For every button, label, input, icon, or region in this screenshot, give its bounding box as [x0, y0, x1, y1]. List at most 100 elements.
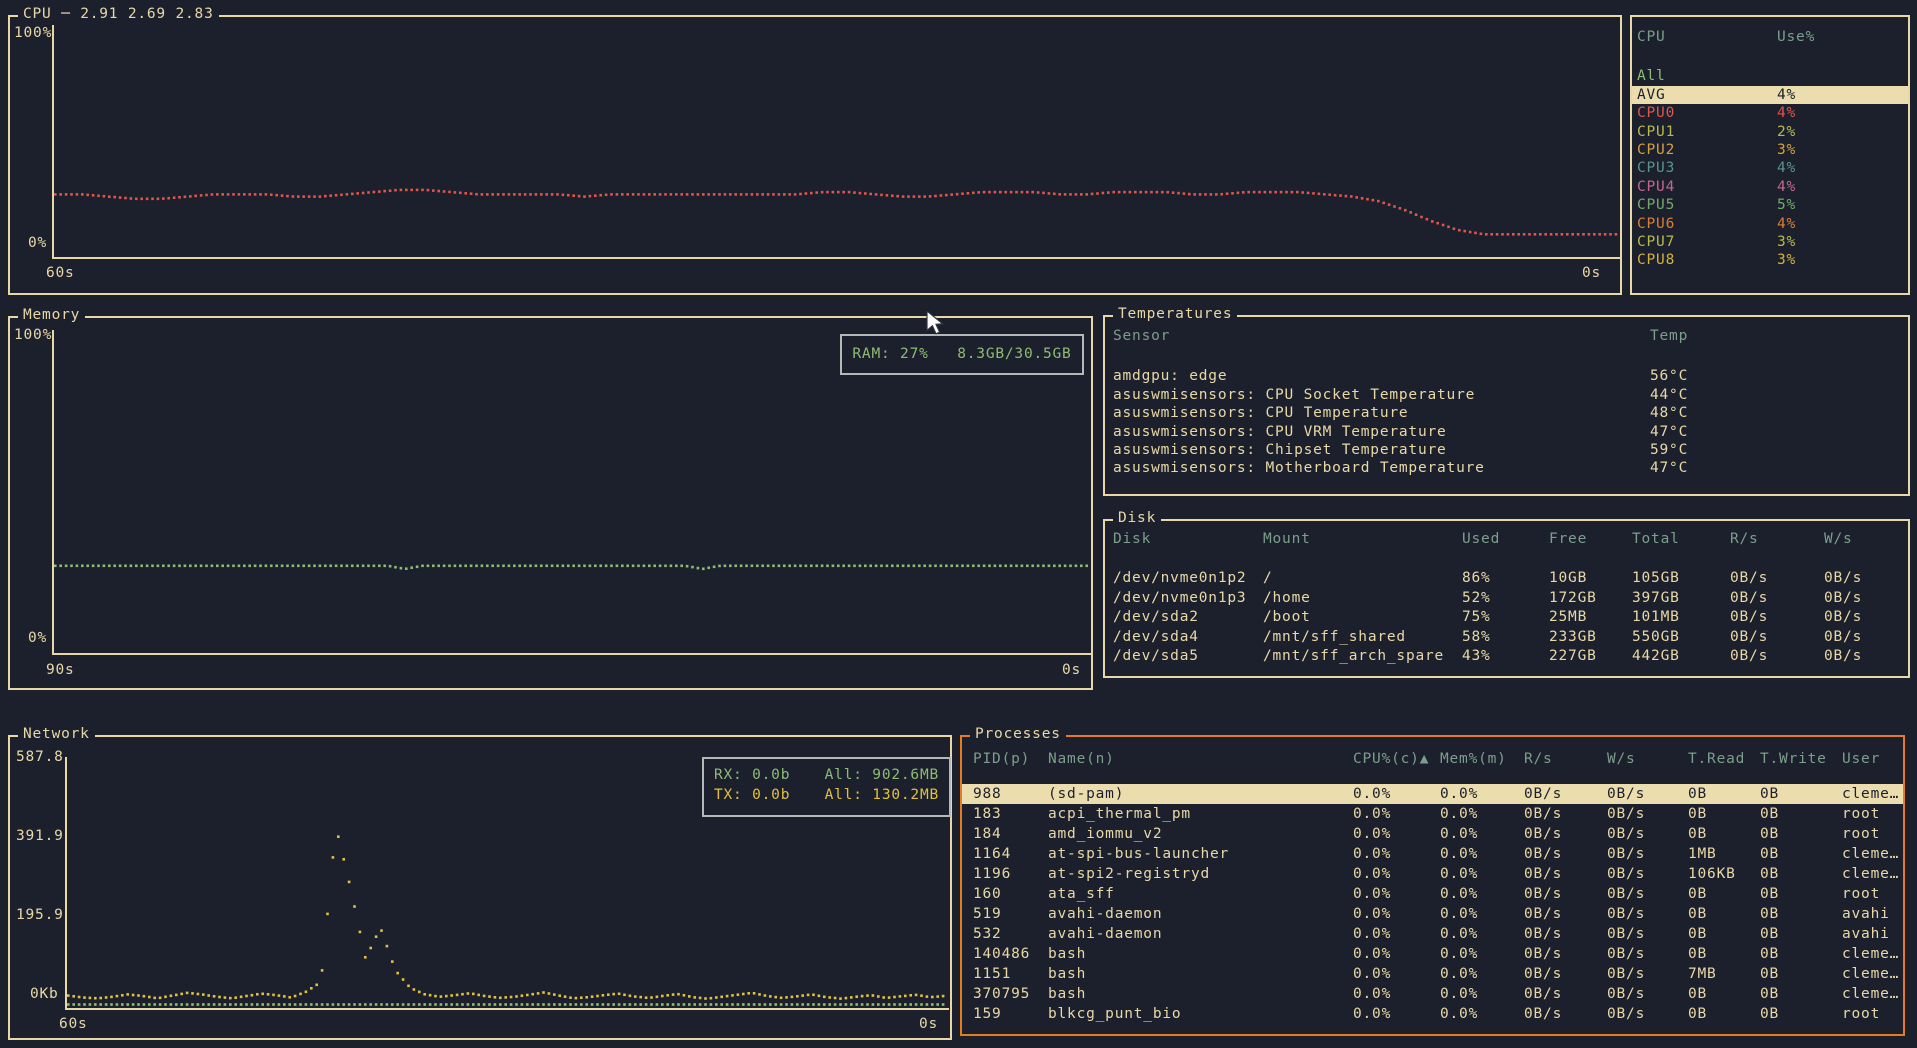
temperature-row[interactable]: asuswmisensors: CPU Socket Temperature 4… — [1105, 386, 1908, 404]
process-write-rate: 0B/s — [1607, 786, 1646, 802]
process-pid: 1196 — [973, 866, 1012, 882]
disk-mount: /home — [1263, 589, 1311, 606]
process-mem: 0.0% — [1440, 866, 1479, 882]
process-row[interactable]: 159 blkcg_punt_bio 0.0% 0.0% 0B/s 0B/s 0… — [962, 1004, 1903, 1024]
disk-col-total[interactable]: Total — [1632, 530, 1680, 549]
temperature-row[interactable]: asuswmisensors: Motherboard Temperature … — [1105, 459, 1908, 477]
disk-read-rate: 0B/s — [1730, 647, 1769, 664]
temperatures-panel[interactable]: Temperatures Sensor Temp amdgpu: edge 56… — [1103, 306, 1910, 496]
ram-usage-text: RAM: 27% 8.3GB/30.5GB — [852, 346, 1072, 362]
processes-col-twrite[interactable]: T.Write — [1760, 749, 1827, 769]
process-cpu: 0.0% — [1353, 986, 1392, 1002]
temperature-sensor: asuswmisensors: Motherboard Temperature — [1113, 460, 1485, 477]
network-y-label-1: 587.8 — [16, 749, 64, 765]
cpu-legend-row[interactable]: CPU6 4% — [1632, 215, 1908, 233]
temperature-row[interactable]: amdgpu: edge 56°C — [1105, 367, 1908, 385]
disk-row[interactable]: /dev/sda4 /mnt/sff_shared 58% 233GB 550G… — [1105, 628, 1908, 647]
disk-row[interactable]: /dev/nvme0n1p3 /home 52% 172GB 397GB 0B/… — [1105, 589, 1908, 608]
processes-col-user[interactable]: User — [1842, 749, 1880, 769]
cpu-title-label: CPU — [23, 6, 52, 22]
processes-panel[interactable]: Processes PID(p) Name(n) CPU%(c)▲ Mem%(m… — [960, 726, 1905, 1036]
cpu-legend-row[interactable]: CPU7 3% — [1632, 233, 1908, 251]
temperature-row[interactable]: asuswmisensors: CPU Temperature 48°C — [1105, 404, 1908, 422]
cpu-legend-col-use[interactable]: Use% — [1777, 28, 1815, 46]
process-row[interactable]: 140486 bash 0.0% 0.0% 0B/s 0B/s 0B 0B cl… — [962, 944, 1903, 964]
disk-panel[interactable]: Disk Disk Mount Used Free Total R/s W/s … — [1103, 510, 1910, 678]
temperatures-col-sensor[interactable]: Sensor — [1113, 327, 1170, 345]
cpu-legend-row[interactable]: CPU2 3% — [1632, 141, 1908, 159]
processes-col-tread[interactable]: T.Read — [1688, 749, 1745, 769]
network-panel[interactable]: Network 587.8 391.9 195.9 0Kb 60s 0s RX:… — [8, 726, 952, 1040]
process-row[interactable]: 370795 bash 0.0% 0.0% 0B/s 0B/s 0B 0B cl… — [962, 984, 1903, 1004]
cpu-legend-row-value: 2% — [1777, 123, 1797, 140]
temperatures-col-temp[interactable]: Temp — [1650, 327, 1688, 345]
processes-col-cpu[interactable]: CPU%(c)▲ — [1353, 749, 1429, 769]
process-total-write: 0B — [1760, 966, 1780, 982]
cpu-legend-row[interactable]: CPU5 5% — [1632, 196, 1908, 214]
process-write-rate: 0B/s — [1607, 946, 1646, 962]
processes-header[interactable]: PID(p) Name(n) CPU%(c)▲ Mem%(m) R/s W/s … — [962, 749, 1903, 769]
disk-col-mount[interactable]: Mount — [1263, 530, 1311, 549]
cpu-legend-row[interactable]: CPU3 4% — [1632, 159, 1908, 177]
process-row[interactable]: 184 amd_iommu_v2 0.0% 0.0% 0B/s 0B/s 0B … — [962, 824, 1903, 844]
process-row[interactable]: 988 (sd-pam) 0.0% 0.0% 0B/s 0B/s 0B 0B c… — [962, 784, 1903, 804]
temperatures-header[interactable]: Sensor Temp — [1105, 327, 1908, 345]
process-pid: 370795 — [973, 986, 1031, 1002]
disk-col-rs[interactable]: R/s — [1730, 530, 1759, 549]
cpu-y-min-label: 0% — [28, 235, 48, 251]
process-row[interactable]: 519 avahi-daemon 0.0% 0.0% 0B/s 0B/s 0B … — [962, 904, 1903, 924]
cpu-legend-row[interactable]: CPU8 3% — [1632, 251, 1908, 269]
disk-row[interactable]: /dev/sda5 /mnt/sff_arch_spare 43% 227GB … — [1105, 647, 1908, 666]
cpu-legend-panel[interactable]: CPU Use% All AVG 4% CPU0 4% CPU1 2% CPU2… — [1630, 15, 1910, 295]
disk-total: 397GB — [1632, 589, 1680, 606]
cpu-panel[interactable]: CPU ─ 2.91 2.69 2.83 100% 0% 60s 0s — [8, 6, 1622, 295]
processes-col-pid[interactable]: PID(p) — [973, 749, 1030, 769]
cpu-legend-row[interactable]: CPU1 2% — [1632, 123, 1908, 141]
disk-col-used[interactable]: Used — [1462, 530, 1500, 549]
disk-write-rate: 0B/s — [1824, 609, 1863, 626]
disk-row[interactable]: /dev/nvme0n1p2 / 86% 10GB 105GB 0B/s 0B/… — [1105, 569, 1908, 588]
disk-header[interactable]: Disk Mount Used Free Total R/s W/s — [1105, 530, 1908, 549]
cpu-legend-row[interactable]: CPU0 4% — [1632, 104, 1908, 122]
process-name: at-spi-bus-launcher — [1048, 846, 1230, 862]
process-read-rate: 0B/s — [1524, 906, 1563, 922]
disk-row[interactable]: /dev/sda2 /boot 75% 25MB 101MB 0B/s 0B/s — [1105, 608, 1908, 627]
process-user: cleme… — [1842, 846, 1900, 862]
process-row[interactable]: 1196 at-spi2-registryd 0.0% 0.0% 0B/s 0B… — [962, 864, 1903, 884]
processes-col-mem[interactable]: Mem%(m) — [1440, 749, 1507, 769]
cpu-legend-col-cpu[interactable]: CPU — [1637, 28, 1666, 46]
cpu-legend-header[interactable]: CPU Use% — [1632, 28, 1908, 46]
process-row[interactable]: 532 avahi-daemon 0.0% 0.0% 0B/s 0B/s 0B … — [962, 924, 1903, 944]
disk-total: 442GB — [1632, 647, 1680, 664]
cpu-legend-row[interactable]: AVG 4% — [1632, 85, 1908, 105]
process-total-write: 0B — [1760, 846, 1780, 862]
btm-system-monitor: { "colors": { "background": "#1b202c", "… — [0, 0, 1917, 1048]
process-row[interactable]: 1164 at-spi-bus-launcher 0.0% 0.0% 0B/s … — [962, 844, 1903, 864]
memory-panel[interactable]: Memory 100% 0% 90s 0s RAM: 27% 8.3GB/30.… — [8, 307, 1093, 690]
temperatures-rows: amdgpu: edge 56°C asuswmisensors: CPU So… — [1105, 367, 1908, 477]
process-row[interactable]: 160 ata_sff 0.0% 0.0% 0B/s 0B/s 0B 0B ro… — [962, 884, 1903, 904]
process-total-write: 0B — [1760, 866, 1780, 882]
cpu-legend-row-value: 4% — [1777, 215, 1797, 232]
disk-col-disk[interactable]: Disk — [1113, 530, 1151, 549]
process-cpu: 0.0% — [1353, 826, 1392, 842]
process-write-rate: 0B/s — [1607, 806, 1646, 822]
cpu-legend-row[interactable]: CPU4 4% — [1632, 178, 1908, 196]
disk-total: 550GB — [1632, 628, 1680, 645]
process-total-read: 0B — [1688, 786, 1708, 802]
processes-col-rs[interactable]: R/s — [1524, 749, 1553, 769]
temperature-row[interactable]: asuswmisensors: Chipset Temperature 59°C — [1105, 441, 1908, 459]
temperature-value: 44°C — [1650, 386, 1689, 403]
disk-col-free[interactable]: Free — [1549, 530, 1587, 549]
processes-col-name[interactable]: Name(n) — [1048, 749, 1115, 769]
cpu-legend-row-label: CPU7 — [1637, 233, 1676, 250]
process-mem: 0.0% — [1440, 806, 1479, 822]
temperature-row[interactable]: asuswmisensors: CPU VRM Temperature 47°C — [1105, 423, 1908, 441]
process-row[interactable]: 1151 bash 0.0% 0.0% 0B/s 0B/s 7MB 0B cle… — [962, 964, 1903, 984]
temperature-sensor: asuswmisensors: CPU Socket Temperature — [1113, 386, 1476, 403]
network-tx-total: All: 130.2MB — [824, 787, 939, 803]
process-row[interactable]: 183 acpi_thermal_pm 0.0% 0.0% 0B/s 0B/s … — [962, 804, 1903, 824]
disk-col-ws[interactable]: W/s — [1824, 530, 1853, 549]
cpu-legend-row[interactable]: All — [1632, 67, 1908, 85]
processes-col-ws[interactable]: W/s — [1607, 749, 1636, 769]
